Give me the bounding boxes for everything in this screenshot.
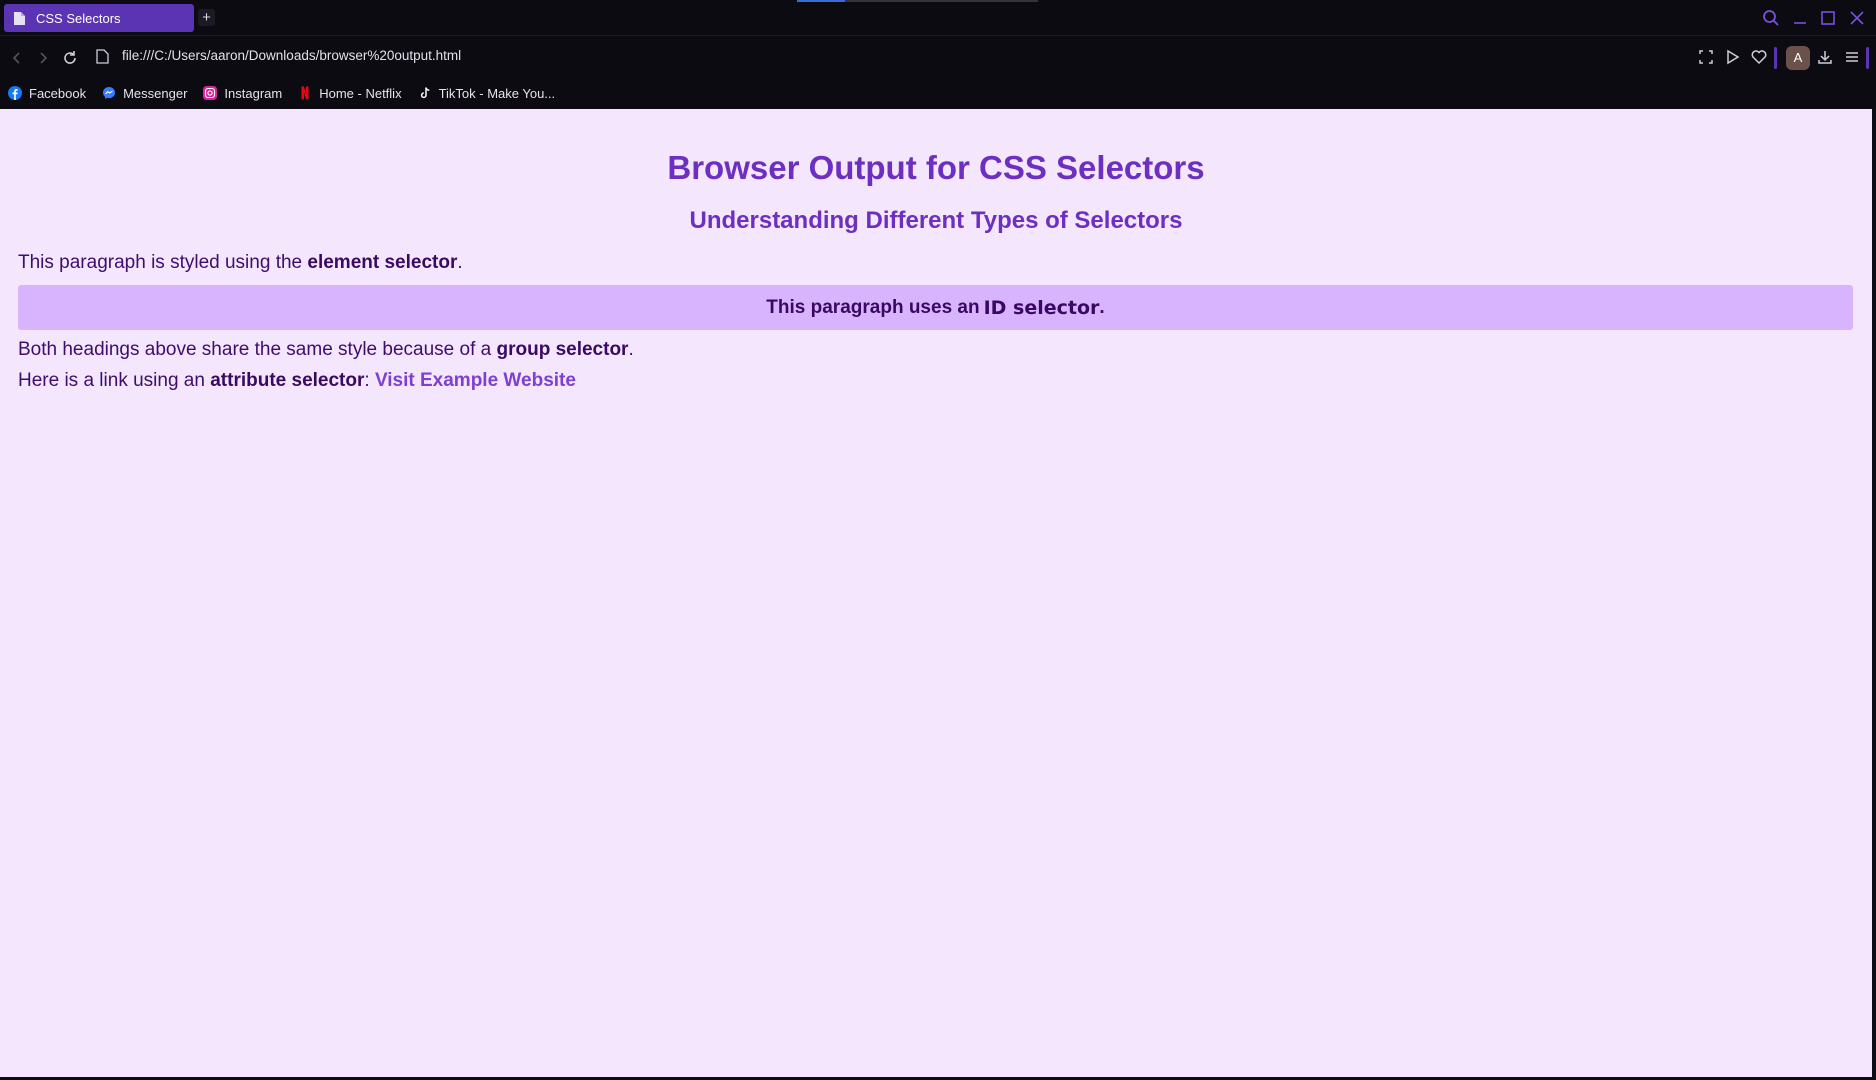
bookmark-messenger[interactable]: Messenger [102, 86, 187, 101]
address-toolbar: file:///C:/Users/aaron/Downloads/browser… [0, 37, 1876, 77]
bookmark-facebook[interactable]: Facebook [8, 86, 86, 101]
address-bar[interactable]: file:///C:/Users/aaron/Downloads/browser… [122, 48, 461, 63]
menu-icon[interactable] [1842, 47, 1862, 67]
paragraph-text: . [628, 339, 634, 360]
paragraph-bold: element selector [307, 252, 458, 273]
element-selector-paragraph: This paragraph is styled using the eleme… [18, 252, 463, 274]
forward-icon[interactable] [34, 49, 52, 67]
paragraph-text: : [364, 370, 375, 391]
profile-avatar[interactable]: A [1786, 46, 1810, 70]
close-icon[interactable] [1847, 8, 1867, 28]
paragraph-text: . [1099, 296, 1105, 318]
bookmark-label: Home - Netflix [319, 85, 402, 101]
paragraph-text: Here is a link using an [18, 370, 211, 391]
bookmark-netflix[interactable]: Home - Netflix [298, 85, 402, 101]
bookmark-tiktok[interactable]: TikTok - Make You... [418, 85, 556, 101]
instagram-icon [203, 86, 218, 100]
paragraph-bold: attribute selector [210, 370, 365, 391]
window-edge [1872, 109, 1876, 1080]
paragraph-text: This paragraph is styled using the [18, 252, 308, 273]
page-viewport: Browser Output for CSS Selectors Underst… [0, 109, 1872, 1077]
netflix-icon [301, 86, 309, 100]
bookmark-label: TikTok - Make You... [438, 85, 556, 101]
tab-title: CSS Selectors [36, 10, 121, 26]
play-icon[interactable] [1722, 47, 1742, 67]
page-subheading: Understanding Different Types of Selecto… [689, 207, 1183, 234]
page-heading: Browser Output for CSS Selectors [667, 149, 1205, 186]
loading-track [845, 0, 1038, 2]
maximize-icon[interactable] [1818, 8, 1838, 28]
screenshot-icon[interactable] [1696, 47, 1716, 67]
page-info-icon[interactable] [96, 49, 109, 64]
paragraph-bold: group selector [496, 339, 629, 360]
back-icon[interactable] [8, 49, 26, 67]
bookmarks-bar: Facebook Messenger Instagram Home - Netf… [0, 77, 1876, 109]
attribute-selector-paragraph: Here is a link using an attribute select… [18, 370, 576, 392]
document-icon [14, 11, 25, 25]
tab-css-selectors[interactable]: CSS Selectors [4, 4, 194, 32]
toolbar-separator [1774, 47, 1777, 69]
visit-example-website-link[interactable]: Visit Example Website [375, 370, 576, 391]
messenger-icon [103, 87, 116, 99]
minimize-icon[interactable] [1790, 8, 1810, 28]
title-bar: CSS Selectors + [0, 0, 1876, 36]
loading-indicator [797, 0, 845, 2]
tiktok-icon [420, 87, 429, 99]
bookmark-instagram[interactable]: Instagram [203, 86, 282, 101]
sidebar-edge [1866, 47, 1869, 69]
id-selector-paragraph: This paragraph uses an ID selector. [18, 285, 1853, 330]
download-icon[interactable] [1815, 47, 1835, 67]
paragraph-text: Both headings above share the same style… [18, 339, 497, 360]
bookmark-label: Instagram [224, 85, 283, 101]
facebook-icon [8, 86, 22, 100]
paragraph-text: This paragraph uses an [766, 296, 980, 318]
paragraph-text: . [457, 252, 463, 273]
new-tab-button[interactable]: + [198, 9, 215, 26]
bookmark-label: Messenger [123, 85, 188, 101]
paragraph-bold: ID selector [983, 296, 1100, 319]
reload-icon[interactable] [61, 49, 79, 67]
bookmark-label: Facebook [29, 85, 87, 101]
group-selector-paragraph: Both headings above share the same style… [18, 339, 634, 361]
search-icon[interactable] [1761, 8, 1781, 28]
heart-icon[interactable] [1749, 47, 1769, 67]
